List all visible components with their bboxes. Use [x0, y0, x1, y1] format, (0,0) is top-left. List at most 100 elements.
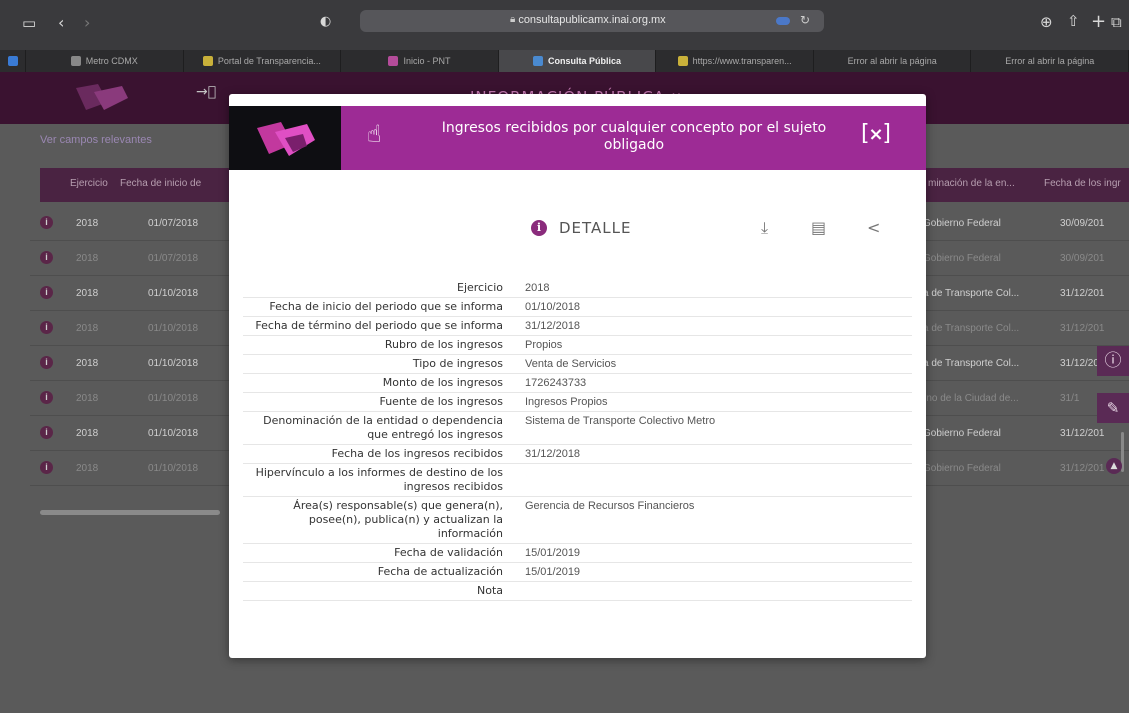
alert-icon[interactable]: ⓘ [1097, 346, 1129, 376]
info-icon[interactable]: i [40, 251, 53, 264]
detail-field-value: 01/10/2018 [525, 301, 581, 313]
info-icon[interactable]: i [40, 461, 53, 474]
detail-field-value: 15/01/2019 [525, 566, 581, 578]
cell-entidad: Gobierno Federal [923, 218, 1001, 229]
favicon-icon [202, 56, 213, 66]
detail-field-value: Ingresos Propios [525, 396, 608, 408]
info-icon[interactable]: i [40, 321, 53, 334]
tab-pinned[interactable] [0, 50, 26, 72]
detail-row: Fuente de los ingresos Ingresos Propios [243, 393, 912, 412]
cell-ejercicio: 2018 [76, 393, 99, 404]
arrow-right-icon[interactable]: →⃞ [196, 84, 216, 100]
detail-field-label: Fuente de los ingresos [379, 395, 503, 408]
detail-field-value: Sistema de Transporte Colectivo Metro [525, 415, 716, 427]
detail-field-value: 15/01/2019 [525, 547, 581, 559]
tab-0[interactable]: Metro CDMX [26, 50, 184, 72]
ver-campos-link[interactable]: Ver campos relevantes [40, 134, 152, 146]
detail-field-label: Área(s) responsable(s) que genera(n), po… [293, 499, 503, 540]
privacy-shield-icon[interactable]: ◐ [320, 15, 331, 28]
browser-toolbar: ▭ ‹ › ◐ 🔒︎ consultapublicamx.inai.org.mx… [0, 0, 1129, 50]
scroll-up-icon[interactable]: ▲ [1106, 458, 1122, 474]
col-ejercicio[interactable]: Ejercicio [70, 178, 108, 189]
detail-field-value: Propios [525, 339, 563, 351]
col-denominacion[interactable]: minación de la en... [928, 178, 1015, 189]
detail-row: Denominación de la entidad o dependencia… [243, 412, 912, 445]
cell-entidad: Gobierno Federal [923, 428, 1001, 439]
detail-field-label: Tipo de ingresos [412, 357, 503, 370]
info-icon[interactable]: i [40, 286, 53, 299]
cell-inicio: 01/10/2018 [148, 323, 199, 334]
cell-inicio: 01/07/2018 [148, 218, 199, 229]
download-icon[interactable]: ⤓ [761, 218, 768, 238]
cell-ejercicio: 2018 [76, 463, 99, 474]
cell-fecha: 30/09/201 [1060, 253, 1105, 264]
cell-fecha: 31/12/201 [1060, 288, 1105, 299]
info-icon[interactable]: i [40, 216, 53, 229]
cell-fecha: 31/12/201 [1060, 323, 1105, 334]
tools-icon[interactable]: ✎ [1097, 393, 1129, 423]
info-icon[interactable]: i [40, 391, 53, 404]
detail-field-label: Rubro de los ingresos [384, 338, 503, 351]
tab-4[interactable]: https://www.transparen... [656, 50, 814, 72]
detail-field-label: Nota [476, 584, 503, 597]
cell-entidad: rno de la Ciudad de... [923, 393, 1019, 404]
tab-label: https://www.transparen... [692, 56, 792, 66]
reload-icon[interactable]: ↻ [800, 13, 810, 27]
cell-entidad: Gobierno Federal [923, 463, 1001, 474]
cell-inicio: 01/10/2018 [148, 393, 199, 404]
info-icon[interactable]: i [40, 426, 53, 439]
income-hand-icon: ☝︎ [367, 120, 382, 148]
address-bar[interactable]: 🔒︎ consultapublicamx.inai.org.mx ↻ [360, 10, 824, 32]
cell-inicio: 01/10/2018 [148, 358, 199, 369]
chevron-right-icon[interactable]: › [84, 15, 90, 31]
tab-label: Consulta Pública [548, 56, 622, 66]
detail-field-value: 31/12/2018 [525, 448, 581, 460]
detail-row: Fecha de actualización 15/01/2019 [243, 563, 912, 582]
tab-label: Error al abrir la página [1005, 56, 1095, 66]
tab-1[interactable]: Portal de Transparencia... [184, 50, 342, 72]
col-fecha-ingresos[interactable]: Fecha de los ingr [1044, 178, 1121, 189]
tab-bar: Metro CDMX Portal de Transparencia... Inic… [0, 50, 1129, 72]
cell-fecha: 31/1 [1060, 393, 1080, 404]
print-icon[interactable]: ▤ [811, 218, 826, 237]
cell-ejercicio: 2018 [76, 253, 99, 264]
detail-row: Fecha de validación 15/01/2019 [243, 544, 912, 563]
detail-field-label: Denominación de la entidad o dependencia… [263, 414, 503, 441]
info-icon[interactable]: i [40, 356, 53, 369]
chevron-left-icon[interactable]: ‹ [58, 15, 64, 31]
detail-field-label: Fecha de actualización [377, 565, 503, 578]
cell-ejercicio: 2018 [76, 288, 99, 299]
cell-inicio: 01/10/2018 [148, 463, 199, 474]
detail-row: Fecha de los ingresos recibidos 31/12/201… [243, 445, 912, 464]
cell-entidad: a de Transporte Col... [923, 288, 1020, 299]
cell-inicio: 01/10/2018 [148, 428, 199, 439]
progress-indicator [776, 17, 790, 25]
detail-label: DETALLE [559, 219, 632, 237]
cell-entidad: a de Transporte Col... [923, 323, 1020, 334]
plus-icon[interactable]: + [1091, 13, 1106, 31]
detail-row: Hipervínculo a los informes de destino d… [243, 464, 912, 497]
detail-field-value: 1726243733 [525, 377, 587, 389]
share-icon[interactable]: ⇧ [1067, 14, 1080, 29]
tab-2[interactable]: Inicio - PNT [341, 50, 499, 72]
detail-row: Fecha de inicio del periodo que se infor… [243, 298, 912, 317]
detail-field-value [517, 464, 912, 497]
horizontal-scrollbar[interactable] [40, 510, 220, 515]
detail-field-value [517, 582, 912, 601]
tabs-icon[interactable]: ⧉ [1111, 15, 1122, 30]
tab-3[interactable]: Consulta Pública [498, 50, 657, 72]
tab-6[interactable]: Error al abrir la página [971, 50, 1129, 72]
tab-label: Error al abrir la página [847, 56, 937, 66]
sidebar-icon[interactable]: ▭ [22, 16, 36, 31]
detail-row: Fecha de término del periodo que se info… [243, 317, 912, 336]
cell-ejercicio: 2018 [76, 428, 99, 439]
modal-title: Ingresos recibidos por cualquier concept… [441, 120, 827, 153]
detail-modal: ☝︎ Ingresos recibidos por cualquier conc… [229, 94, 926, 658]
col-fecha-inicio[interactable]: Fecha de inicio de [120, 178, 201, 189]
share-icon[interactable]: < [867, 218, 880, 237]
cell-ejercicio: 2018 [76, 218, 99, 229]
close-button[interactable]: × [861, 123, 891, 148]
tab-5[interactable]: Error al abrir la página [814, 50, 972, 72]
download-icon[interactable]: ⊕ [1040, 15, 1053, 30]
cell-inicio: 01/10/2018 [148, 288, 199, 299]
